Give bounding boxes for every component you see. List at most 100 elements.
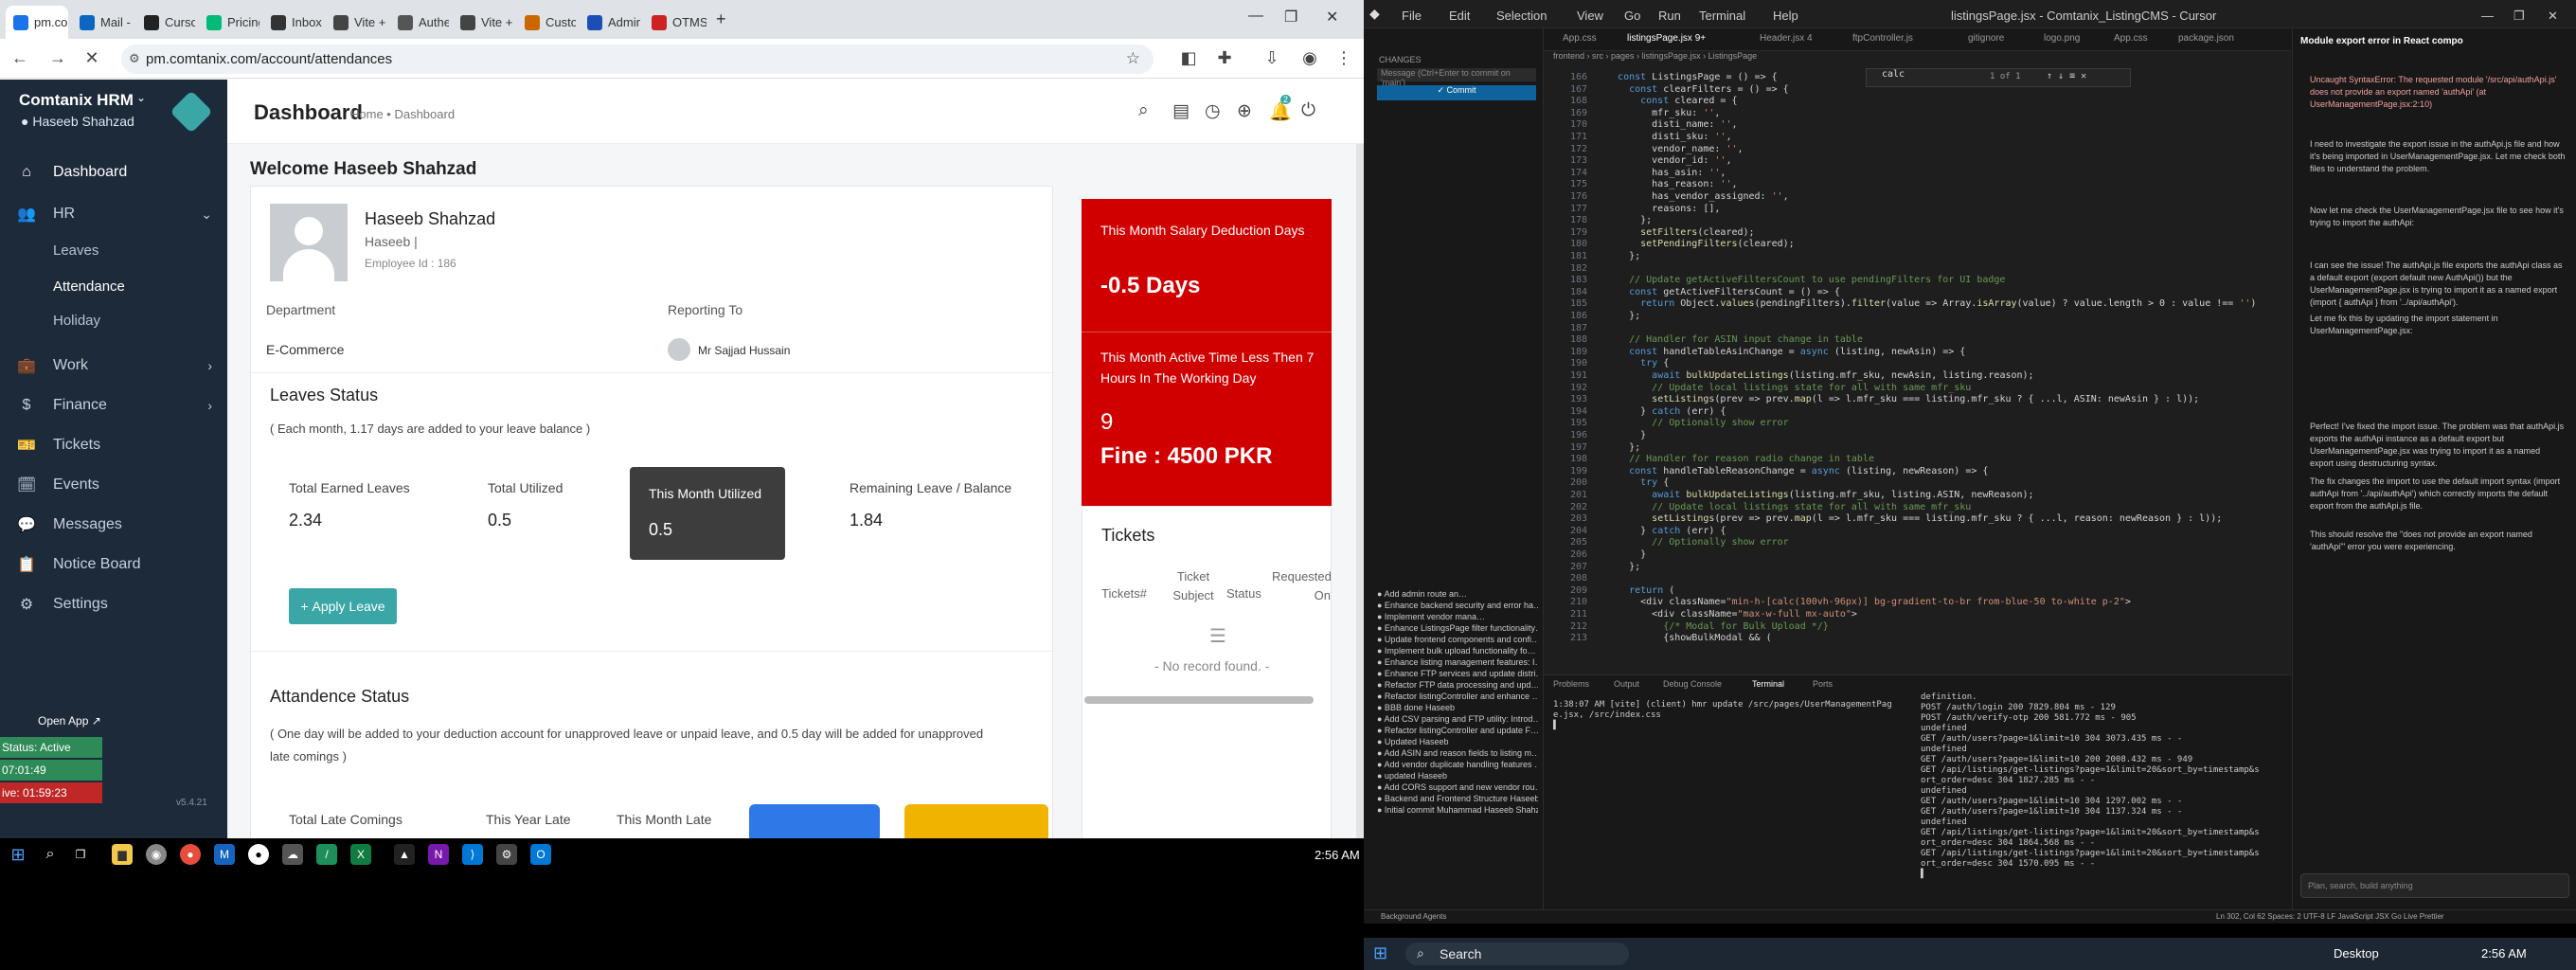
- menu-icon[interactable]: ⋮: [1333, 48, 1354, 68]
- close-window-icon[interactable]: ✕: [1326, 8, 1338, 27]
- breadcrumb[interactable]: Home • Dashboard: [350, 107, 455, 121]
- chrome-icon[interactable]: ◉: [146, 844, 167, 865]
- editor-tab[interactable]: App.css: [2114, 33, 2148, 44]
- commit-message-input[interactable]: Message (Ctrl+Enter to commit on 'main'): [1377, 68, 1536, 87]
- site-info-icon[interactable]: ⚙: [129, 51, 140, 66]
- menu-go[interactable]: Go: [1624, 9, 1640, 23]
- panel-tab-debug-console[interactable]: Debug Console: [1663, 679, 1722, 689]
- commit-item[interactable]: ● Update frontend components and confi…: [1377, 635, 1538, 644]
- minimize-icon[interactable]: —: [2481, 9, 2494, 23]
- commit-item[interactable]: ● Refactor listingController and update …: [1377, 726, 1538, 735]
- settings-icon[interactable]: ⚙: [496, 844, 517, 865]
- browser-tab[interactable]: Mail -✕: [72, 6, 133, 39]
- commit-item[interactable]: ● Enhance FTP services and update distri…: [1377, 669, 1538, 678]
- sidebar-subitem-holiday[interactable]: Holiday: [53, 313, 100, 329]
- chat-input[interactable]: Plan, search, build anything: [2300, 873, 2569, 898]
- commit-item[interactable]: ● Enhance listing management features: I…: [1377, 657, 1538, 667]
- commit-item[interactable]: ● Updated Haseeb: [1377, 737, 1538, 746]
- notification-bell-icon[interactable]: 🔔: [1269, 100, 1292, 123]
- editor-tab[interactable]: Header.jsx 4: [1760, 33, 1813, 44]
- app-icon[interactable]: ☁: [282, 844, 303, 865]
- windows-start-icon[interactable]: ⊞: [8, 844, 28, 865]
- minimize-icon[interactable]: —: [1248, 8, 1263, 25]
- menu-file[interactable]: File: [1402, 9, 1422, 23]
- commit-item[interactable]: ● updated Haseeb: [1377, 771, 1538, 781]
- editor-tab[interactable]: logo.png: [2044, 33, 2080, 44]
- extension-icon[interactable]: ◧: [1178, 48, 1199, 68]
- browser-tab[interactable]: pm.co✕: [6, 6, 68, 39]
- code-editor[interactable]: 166 const ListingsPage = () => {167 cons…: [1544, 66, 2256, 673]
- menu-view[interactable]: View: [1577, 9, 1603, 23]
- browser-tab[interactable]: Inbox✕: [263, 6, 322, 39]
- editor-tab[interactable]: App.css: [1563, 33, 1597, 44]
- commit-item[interactable]: ● Initial commit Muhammad Haseeb Shahzad: [1377, 805, 1538, 815]
- panel-tab-ports[interactable]: Ports: [1813, 679, 1833, 689]
- add-icon[interactable]: ⊕: [1237, 100, 1252, 122]
- sidebar-item-events[interactable]: 🗓 Events: [0, 466, 227, 504]
- puzzle-icon[interactable]: ✚: [1214, 48, 1235, 68]
- address-bar[interactable]: ⚙ pm.comtanix.com/account/attendances ☆: [121, 45, 1154, 74]
- taskbar-search[interactable]: ⌕ Search: [1405, 943, 1629, 965]
- browser-tab[interactable]: Authe✕: [390, 6, 449, 39]
- apply-leave-button[interactable]: + Apply Leave: [289, 588, 397, 624]
- find-nav-icons[interactable]: ↑ ↓ ≡ ✕: [2047, 71, 2086, 81]
- commit-item[interactable]: ● Refactor FTP data processing and upd…: [1377, 680, 1538, 690]
- profile-icon[interactable]: ◉: [1299, 48, 1320, 68]
- app-icon[interactable]: /: [316, 844, 337, 865]
- sticky-note-icon[interactable]: ▤: [1172, 100, 1190, 122]
- commit-item[interactable]: ● Add admin route an…: [1377, 589, 1538, 599]
- clock-icon[interactable]: ◷: [1205, 100, 1221, 122]
- stop-icon[interactable]: ✕: [81, 48, 102, 68]
- editor-breadcrumb[interactable]: frontend › src › pages › listingsPage.js…: [1544, 51, 2292, 66]
- task-view-icon[interactable]: ❐: [70, 844, 91, 865]
- forward-icon[interactable]: →: [47, 48, 68, 68]
- sidebar-item-hr[interactable]: 👥 HR ⌄: [0, 195, 227, 233]
- windows-start-icon[interactable]: ⊞: [1373, 943, 1387, 963]
- sidebar-subitem-leaves[interactable]: Leaves: [53, 242, 98, 259]
- sidebar-item-finance[interactable]: $ Finance ›: [0, 386, 227, 424]
- menu-selection[interactable]: Selection: [1496, 9, 1547, 23]
- commit-item[interactable]: ● Backend and Frontend Structure Haseeb: [1377, 794, 1538, 803]
- open-app-link[interactable]: Open App ↗: [38, 714, 101, 728]
- sidebar-item-messages[interactable]: 💬 Messages: [0, 506, 227, 544]
- menu-edit[interactable]: Edit: [1449, 9, 1470, 23]
- commit-item[interactable]: ● Add vendor duplicate handling features…: [1377, 760, 1538, 769]
- browser-tab[interactable]: Admin✕: [580, 6, 640, 39]
- excel-icon[interactable]: X: [350, 844, 371, 865]
- browser-tab[interactable]: OTMS✕: [644, 6, 707, 39]
- page-scrollbar[interactable]: [1356, 144, 1364, 838]
- power-icon[interactable]: ⏻: [1301, 100, 1315, 121]
- panel-tab-terminal[interactable]: Terminal: [1752, 679, 1784, 689]
- vscode-icon[interactable]: ⟩: [462, 844, 483, 865]
- teams-icon[interactable]: M: [214, 844, 235, 865]
- browser-tab[interactable]: Pricing✕: [199, 6, 259, 39]
- editor-tab[interactable]: gitignore: [1968, 33, 2004, 44]
- status-left[interactable]: Background Agents: [1381, 912, 1446, 921]
- sidebar-item-dashboard[interactable]: ⌂ Dashboard: [0, 153, 227, 191]
- onenote-icon[interactable]: N: [428, 844, 449, 865]
- status-right[interactable]: Ln 302, Col 62 Spaces: 2 UTF-8 LF JavaSc…: [2216, 912, 2444, 921]
- find-widget[interactable]: calc 1 of 1 ↑ ↓ ≡ ✕: [1866, 68, 2131, 87]
- maximize-icon[interactable]: ❐: [2513, 9, 2525, 24]
- commit-item[interactable]: ● Add ASIN and reason fields to listing …: [1377, 748, 1538, 758]
- menu-run[interactable]: Run: [1658, 9, 1681, 23]
- editor-tab[interactable]: package.json: [2178, 33, 2234, 44]
- commit-item[interactable]: ● Implement bulk upload functionality fo…: [1377, 646, 1538, 656]
- sidebar-item-settings[interactable]: ⚙ Settings: [0, 585, 227, 623]
- commit-item[interactable]: ● Enhance backend security and error ha…: [1377, 601, 1538, 610]
- editor-tab[interactable]: listingsPage.jsx 9+: [1627, 33, 1706, 44]
- panel-tab-problems[interactable]: Problems: [1553, 679, 1589, 689]
- menu-help[interactable]: Help: [1773, 9, 1798, 23]
- chevron-down-icon[interactable]: ⌄: [136, 91, 146, 104]
- brand-name[interactable]: Comtanix HRM: [19, 91, 134, 110]
- panel-tab-output[interactable]: Output: [1614, 679, 1639, 689]
- commit-item[interactable]: ● Enhance ListingsPage filter functional…: [1377, 623, 1538, 633]
- app-icon[interactable]: ●: [180, 844, 201, 865]
- browser-tab[interactable]: Vite +✕: [326, 6, 386, 39]
- commit-item[interactable]: ● BBB done Haseeb: [1377, 703, 1538, 712]
- commit-item[interactable]: ● Add CORS support and new vendor rou…: [1377, 782, 1538, 792]
- bookmark-star-icon[interactable]: ☆: [1126, 49, 1140, 68]
- cursor-icon[interactable]: ▲: [394, 844, 415, 865]
- commit-item[interactable]: ● Implement vendor mana…: [1377, 612, 1538, 621]
- search-icon[interactable]: ⌕: [1138, 100, 1149, 121]
